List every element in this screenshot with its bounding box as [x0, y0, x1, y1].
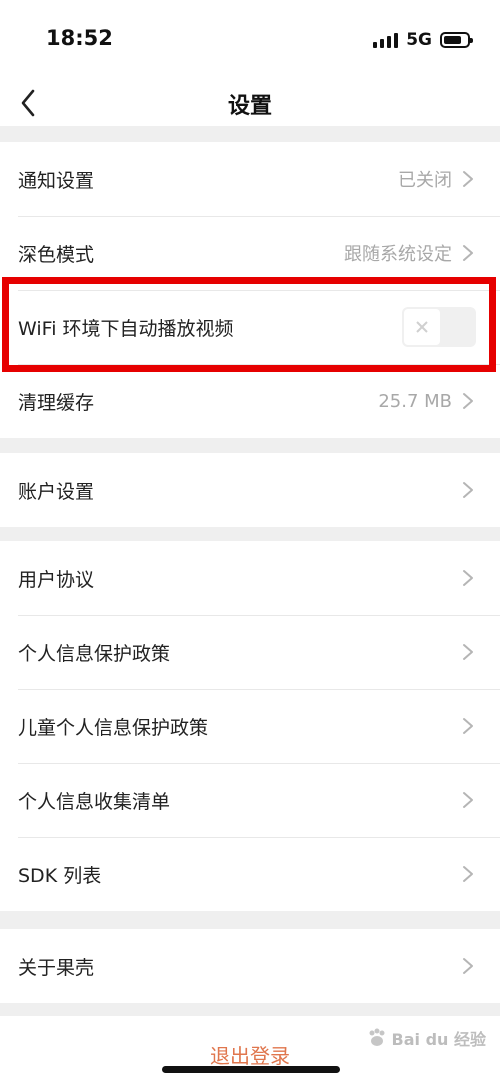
chevron-right-icon — [463, 171, 473, 187]
network-label: 5G — [406, 30, 432, 50]
close-icon — [416, 321, 428, 333]
chevron-right-icon — [463, 393, 473, 409]
chevron-right-icon — [463, 570, 473, 586]
row-label: 通知设置 — [18, 169, 95, 192]
row-label: 账户设置 — [18, 480, 95, 503]
row-label: 个人信息收集清单 — [18, 790, 171, 813]
watermark-text: Bai du 经验 — [391, 1030, 486, 1049]
row-value: 已关闭 — [398, 170, 452, 191]
row-label: 儿童个人信息保护政策 — [18, 716, 209, 739]
row-dark-mode[interactable]: 深色模式 跟随系统设定 — [0, 216, 500, 290]
row-label: 个人信息保护政策 — [18, 642, 171, 665]
wifi-autoplay-toggle[interactable] — [402, 307, 476, 347]
row-label: 清理缓存 — [18, 391, 95, 414]
chevron-right-icon — [463, 718, 473, 734]
row-wifi-autoplay: WiFi 环境下自动播放视频 — [0, 290, 500, 364]
settings-group-about: 关于果壳 — [0, 929, 500, 1003]
row-label: WiFi 环境下自动播放视频 — [18, 317, 234, 340]
row-label: 用户协议 — [18, 568, 95, 591]
row-about[interactable]: 关于果壳 — [0, 929, 500, 1003]
chevron-right-icon — [463, 958, 473, 974]
row-user-agreement[interactable]: 用户协议 — [0, 541, 500, 615]
chevron-right-icon — [463, 866, 473, 882]
row-children-privacy-policy[interactable]: 儿童个人信息保护政策 — [0, 689, 500, 763]
row-label: 关于果壳 — [18, 956, 95, 979]
row-value: 跟随系统设定 — [344, 244, 452, 265]
status-indicators: 5G — [373, 28, 473, 52]
row-account-settings[interactable]: 账户设置 — [0, 453, 500, 527]
row-sdk-list[interactable]: SDK 列表 — [0, 837, 500, 911]
chevron-right-icon — [463, 792, 473, 808]
status-time: 18:52 — [46, 26, 113, 50]
paw-logo-icon — [369, 1028, 385, 1046]
settings-group-legal: 用户协议 个人信息保护政策 儿童个人信息保护政策 个人信息收集清单 SDK 列表 — [0, 541, 500, 911]
watermark: Bai du 经验 — [366, 1026, 486, 1050]
row-label: 深色模式 — [18, 243, 95, 266]
nav-bar: 设置 — [0, 80, 500, 126]
row-info-collection-list[interactable]: 个人信息收集清单 — [0, 763, 500, 837]
row-clear-cache[interactable]: 清理缓存 25.7 MB — [0, 364, 500, 438]
page-title: 设置 — [227, 94, 272, 119]
chevron-right-icon — [463, 245, 473, 261]
settings-group-general: 通知设置 已关闭 深色模式 跟随系统设定 WiFi 环境下自动播放视频 清理缓存… — [0, 142, 500, 438]
row-privacy-policy[interactable]: 个人信息保护政策 — [0, 615, 500, 689]
settings-group-account: 账户设置 — [0, 453, 500, 527]
signal-bars-icon — [373, 32, 399, 48]
row-label: SDK 列表 — [18, 864, 102, 887]
row-value: 25.7 MB — [378, 390, 452, 412]
status-bar: 18:52 5G — [0, 0, 500, 80]
battery-icon — [440, 32, 473, 48]
home-indicator — [162, 1066, 340, 1073]
chevron-right-icon — [463, 482, 473, 498]
row-notification-settings[interactable]: 通知设置 已关闭 — [0, 142, 500, 216]
chevron-right-icon — [463, 644, 473, 660]
toggle-knob — [404, 309, 440, 345]
